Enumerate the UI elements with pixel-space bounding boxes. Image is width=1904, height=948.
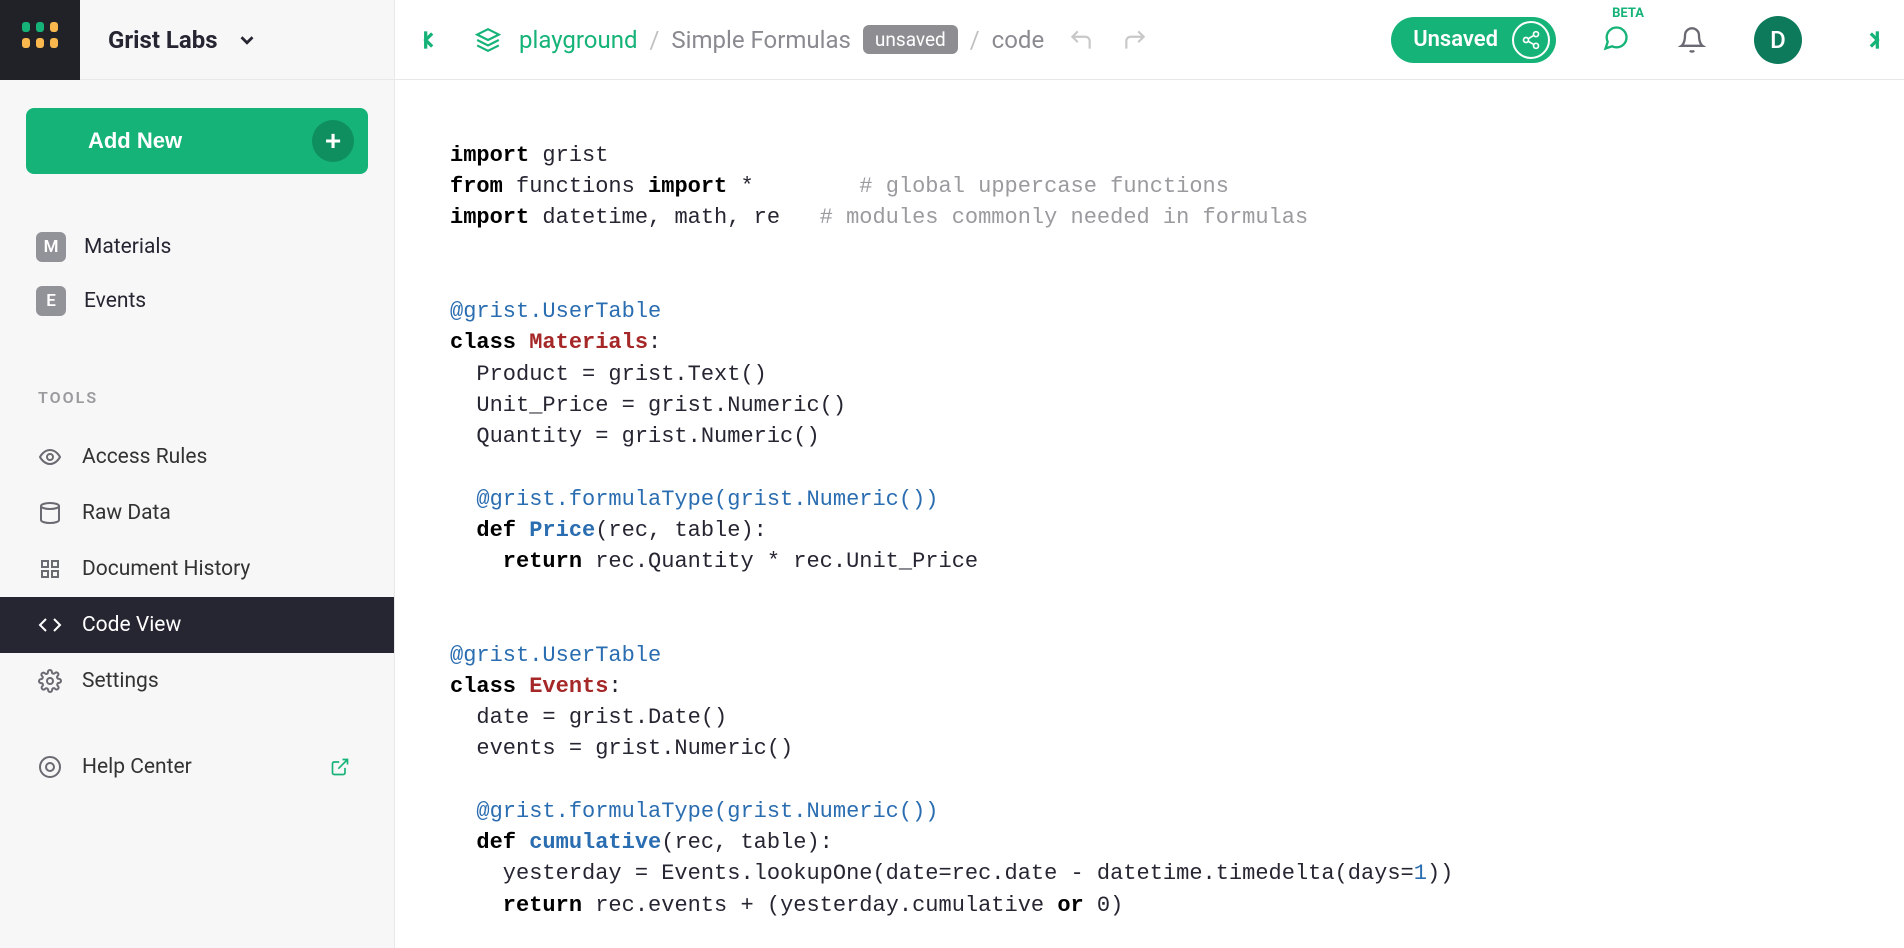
tools-heading: TOOLS: [38, 388, 368, 407]
page-label: Materials: [84, 235, 171, 259]
breadcrumb-doc[interactable]: Simple Formulas: [671, 26, 851, 54]
pages-list: M Materials E Events: [26, 220, 368, 328]
history-icon: [38, 557, 62, 581]
unsaved-pill[interactable]: Unsaved: [1391, 17, 1556, 63]
breadcrumb: playground / Simple Formulas unsaved / c…: [519, 25, 1044, 54]
sidebar: Grist Labs Add New + M Materials E Event…: [0, 0, 395, 948]
page-initial: M: [36, 232, 66, 262]
tool-label: Settings: [82, 669, 159, 693]
grist-logo-icon: [20, 20, 60, 60]
app-logo[interactable]: [0, 0, 80, 80]
code-icon: [38, 613, 62, 637]
redo-icon[interactable]: [1122, 27, 1148, 53]
sidebar-header: Grist Labs: [0, 0, 394, 80]
tool-document-history[interactable]: Document History: [0, 541, 394, 597]
gear-icon: [38, 669, 62, 693]
breadcrumb-page: code: [992, 26, 1045, 54]
add-new-label: Add New: [68, 128, 202, 154]
database-icon: [38, 501, 62, 525]
breadcrumb-workspace[interactable]: playground: [519, 26, 637, 54]
org-switcher[interactable]: Grist Labs: [80, 26, 394, 54]
plus-icon: +: [312, 120, 354, 162]
help-center[interactable]: Help Center: [0, 739, 394, 795]
tool-label: Access Rules: [82, 445, 207, 469]
tool-label: Raw Data: [82, 501, 171, 525]
tool-access-rules[interactable]: Access Rules: [0, 429, 394, 485]
chevron-down-icon: [236, 29, 258, 51]
collapse-right-icon[interactable]: [1860, 27, 1886, 53]
collapse-left-icon[interactable]: [417, 27, 443, 53]
breadcrumb-sep: /: [970, 26, 980, 54]
beta-badge: BETA: [1612, 6, 1644, 21]
unsaved-label: Unsaved: [1413, 27, 1498, 52]
breadcrumb-sep: /: [649, 26, 659, 54]
tool-code-view[interactable]: Code View: [0, 597, 394, 653]
breadcrumb-unsaved-tag: unsaved: [863, 25, 958, 54]
tool-label: Document History: [82, 557, 250, 581]
org-name: Grist Labs: [108, 26, 218, 54]
undo-icon[interactable]: [1068, 27, 1094, 53]
main: playground / Simple Formulas unsaved / c…: [395, 0, 1904, 948]
sidebar-page-materials[interactable]: M Materials: [26, 220, 368, 274]
share-icon: [1512, 21, 1550, 59]
tool-raw-data[interactable]: Raw Data: [0, 485, 394, 541]
avatar-initial: D: [1770, 26, 1786, 54]
help-icon: [38, 755, 62, 779]
page-initial: E: [36, 286, 66, 316]
sidebar-page-events[interactable]: E Events: [26, 274, 368, 328]
external-link-icon: [330, 757, 350, 777]
eye-icon: [38, 445, 62, 469]
code-view-content: import grist from functions import * # g…: [395, 80, 1904, 948]
chat-icon[interactable]: [1602, 24, 1630, 52]
layers-icon[interactable]: [475, 27, 501, 53]
help-label: Help Center: [82, 755, 192, 779]
bell-icon[interactable]: [1678, 26, 1706, 54]
page-label: Events: [84, 289, 146, 313]
avatar[interactable]: D: [1754, 16, 1802, 64]
topbar: playground / Simple Formulas unsaved / c…: [395, 0, 1904, 80]
tool-settings[interactable]: Settings: [0, 653, 394, 709]
tool-label: Code View: [82, 613, 181, 637]
add-new-button[interactable]: Add New +: [26, 108, 368, 174]
